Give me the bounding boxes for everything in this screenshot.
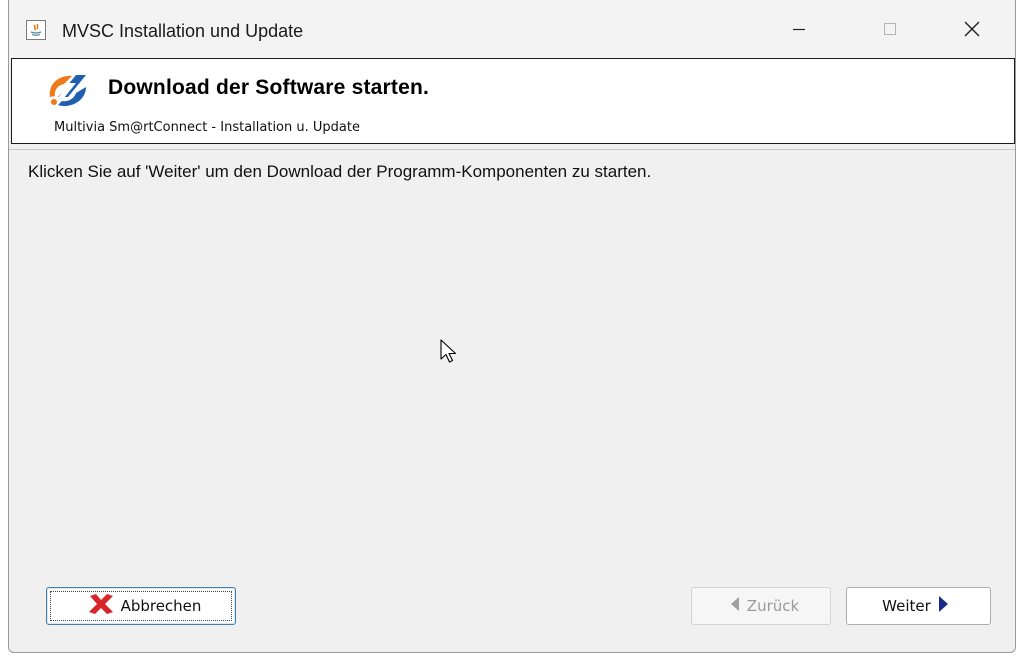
title-bar[interactable]: MVSC Installation und Update bbox=[9, 0, 1015, 58]
mouse-cursor-icon bbox=[439, 338, 459, 371]
close-button[interactable] bbox=[927, 0, 1015, 58]
back-button-label: Zurück bbox=[746, 597, 800, 615]
instruction-text: Klicken Sie auf 'Weiter' um den Download… bbox=[28, 162, 652, 181]
minimize-button[interactable] bbox=[754, 0, 844, 58]
cancel-button-label: Abbrechen bbox=[120, 597, 202, 615]
maximize-button[interactable] bbox=[845, 0, 935, 58]
header-divider bbox=[9, 149, 1015, 150]
right-arrow-icon bbox=[937, 595, 949, 617]
minimize-icon bbox=[793, 28, 805, 31]
page-subtitle: Multivia Sm@rtConnect - Installation u. … bbox=[54, 120, 360, 135]
window-title: MVSC Installation und Update bbox=[62, 21, 304, 41]
multivia-logo-icon bbox=[46, 71, 90, 109]
cancel-button[interactable]: Abbrechen bbox=[46, 587, 236, 625]
close-icon bbox=[964, 21, 980, 37]
back-button[interactable]: Zurück bbox=[691, 587, 831, 625]
left-arrow-icon bbox=[729, 596, 741, 616]
wizard-header: Download der Software starten. Multivia … bbox=[11, 58, 1015, 144]
page-title: Download der Software starten. bbox=[108, 76, 430, 99]
installer-window: MVSC Installation und Update Download de… bbox=[8, 0, 1016, 653]
maximize-icon bbox=[884, 23, 896, 35]
red-x-icon bbox=[87, 593, 115, 619]
next-button-label: Weiter bbox=[882, 597, 931, 615]
next-button[interactable]: Weiter bbox=[846, 587, 991, 625]
java-app-icon[interactable] bbox=[26, 20, 46, 40]
